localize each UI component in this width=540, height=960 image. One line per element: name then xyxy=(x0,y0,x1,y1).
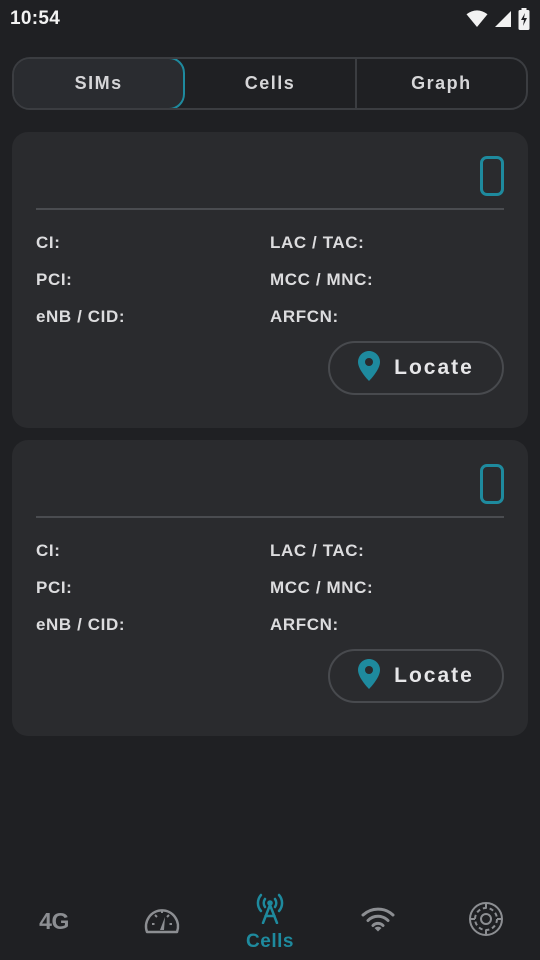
speedometer-icon xyxy=(143,902,181,941)
locate-label: Locate xyxy=(394,664,474,687)
map-pin-icon xyxy=(358,658,381,694)
field-ci: CI: xyxy=(36,541,61,560)
nav-settings[interactable] xyxy=(432,900,540,943)
nav-4g[interactable]: 4G xyxy=(0,880,108,935)
sim-slot-icon xyxy=(480,464,504,504)
field-mcc-mnc: MCC / MNC: xyxy=(270,270,374,289)
field-mcc-mnc: MCC / MNC: xyxy=(270,578,374,597)
field-lac-tac: LAC / TAC: xyxy=(270,233,365,252)
nav-4g-label: 4G xyxy=(39,908,69,934)
field-arfcn: ARFCN: xyxy=(270,615,339,634)
nav-wifi[interactable] xyxy=(324,906,432,937)
tab-bar: SIMs Cells Graph xyxy=(12,57,528,110)
status-time: 10:54 xyxy=(10,8,61,29)
wifi-icon xyxy=(361,906,395,937)
battery-charging-icon xyxy=(518,8,530,30)
field-pci: PCI: xyxy=(36,578,73,597)
locate-button[interactable]: Locate xyxy=(328,341,504,395)
field-pci: PCI: xyxy=(36,270,73,289)
card-divider xyxy=(36,208,504,210)
map-pin-icon xyxy=(358,350,381,386)
status-icons xyxy=(466,8,530,30)
nav-cells-label: Cells xyxy=(246,931,294,952)
field-ci: CI: xyxy=(36,233,61,252)
field-enb-cid: eNB / CID: xyxy=(36,307,126,326)
nav-cells[interactable]: Cells xyxy=(216,892,324,953)
card-divider xyxy=(36,516,504,518)
tab-cells[interactable]: Cells xyxy=(185,59,357,108)
tab-sims[interactable]: SIMs xyxy=(14,59,186,108)
nav-speed[interactable] xyxy=(108,902,216,941)
sim-card-1: CI: PCI: eNB / CID: LAC / TAC: MCC / MNC… xyxy=(12,132,528,428)
wifi-icon xyxy=(466,10,488,28)
sim-card-2: CI: PCI: eNB / CID: LAC / TAC: MCC / MNC… xyxy=(12,440,528,736)
settings-gear-icon xyxy=(467,900,505,943)
tab-graph[interactable]: Graph xyxy=(357,59,526,108)
bottom-nav: 4G Cells xyxy=(0,880,540,960)
locate-button[interactable]: Locate xyxy=(328,649,504,703)
cell-tower-icon xyxy=(253,892,287,929)
locate-label: Locate xyxy=(394,356,474,379)
field-lac-tac: LAC / TAC: xyxy=(270,541,365,560)
sim-slot-icon xyxy=(480,156,504,196)
signal-icon xyxy=(494,10,512,28)
field-enb-cid: eNB / CID: xyxy=(36,615,126,634)
field-arfcn: ARFCN: xyxy=(270,307,339,326)
status-bar: 10:54 xyxy=(0,0,540,38)
